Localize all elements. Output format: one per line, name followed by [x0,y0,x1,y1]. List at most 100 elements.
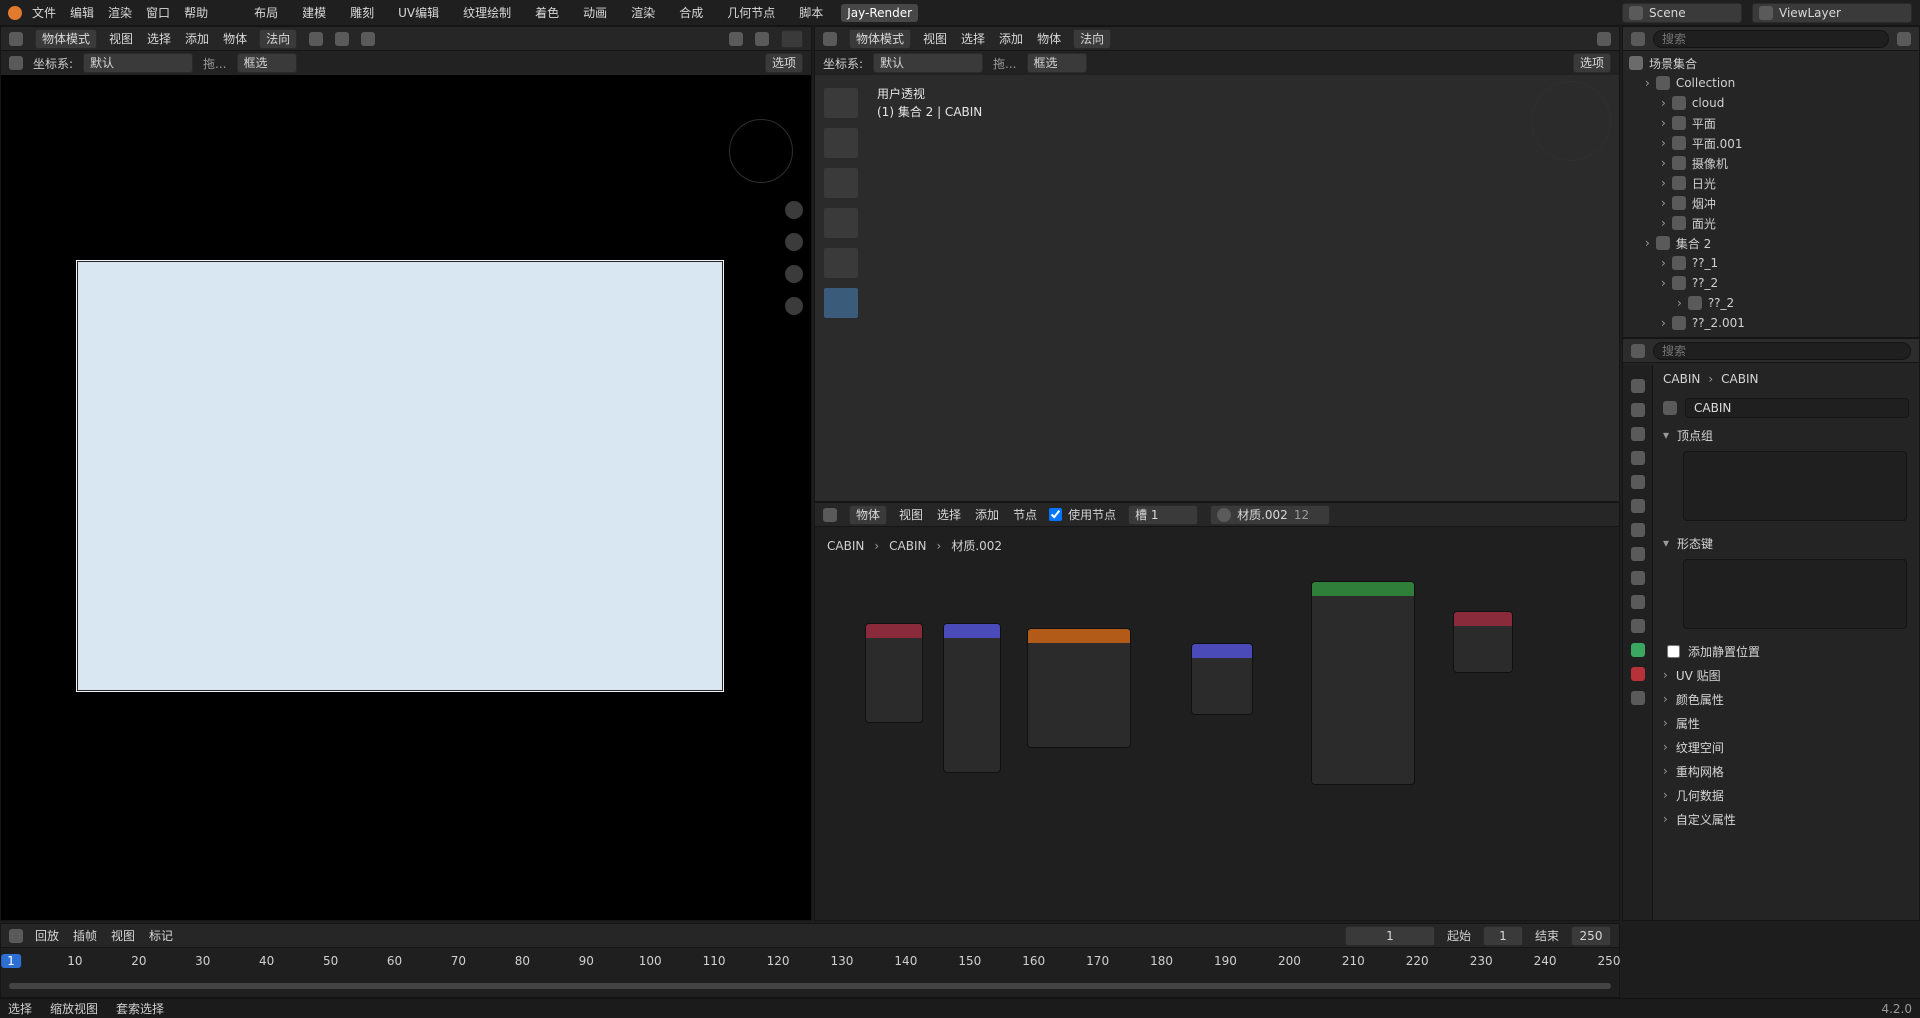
shape-keys-list[interactable] [1683,559,1907,629]
use-nodes-checkbox[interactable] [1049,508,1063,521]
right-coord-dropdown[interactable]: 默认 [873,53,984,73]
outliner-item[interactable]: › 平面.001 [1623,133,1919,153]
material-tab-icon[interactable] [1630,667,1645,681]
right-3d-viewport[interactable]: 物体模式 视图 选择 添加 物体 法向 坐标系: 默认 拖... 框选 选项 用户透视… [814,26,1620,502]
current-frame-field[interactable]: 1 [1344,925,1435,946]
shader-node-bump[interactable] [1191,643,1253,715]
left-transform-orientation[interactable]: 法向 [259,28,298,49]
workspace-tab-2[interactable]: 雕刻 [344,2,380,23]
node-menu-item-1[interactable]: 选择 [937,506,961,523]
left-options-button[interactable]: 选项 [764,53,803,73]
right-menu-item-3[interactable]: 物体 [1037,30,1061,47]
right-transform-orientation[interactable]: 法向 [1073,28,1112,49]
properties-panel-closed[interactable]: › 几何数据 [1653,783,1919,807]
outliner-item[interactable]: › ??_1 [1623,253,1919,273]
snap-icon[interactable] [335,31,350,46]
physics-tab-icon[interactable] [1630,595,1645,609]
right-select-mode-dropdown[interactable]: 框选 [1026,53,1087,73]
view-layer-tab-icon[interactable] [1630,451,1645,465]
left-menu-item-2[interactable]: 添加 [185,30,209,47]
node-menu-item-2[interactable]: 添加 [975,506,999,523]
properties-type-icon[interactable] [1631,343,1645,358]
left-mode-dropdown[interactable]: 物体模式 [35,28,98,49]
scene-tab-icon[interactable] [1630,475,1645,489]
panel-vertex-groups[interactable]: ▾ 顶点组 [1653,423,1919,447]
right-navigation-gizmo[interactable] [1531,81,1611,161]
filter-icon[interactable] [1897,31,1911,46]
vertex-groups-list[interactable] [1683,451,1907,521]
left-zoom-icon[interactable] [785,201,803,219]
left-lock-icon[interactable] [785,297,803,315]
transform-tool[interactable] [823,287,859,319]
right-menu-item-1[interactable]: 选择 [961,30,985,47]
outliner-item[interactable]: › ??_2 [1623,273,1919,293]
left-hand-icon[interactable] [785,233,803,251]
node-menu-item-3[interactable]: 节点 [1013,506,1037,523]
top-menu-item-1[interactable]: 编辑 [70,4,94,21]
top-menu-item-2[interactable]: 渲染 [108,4,132,21]
right-options-button[interactable]: 选项 [1572,53,1611,73]
properties-panel-closed[interactable]: › 自定义属性 [1653,807,1919,831]
left-menu-item-0[interactable]: 视图 [109,30,133,47]
properties-panel-closed[interactable]: › 纹理空间 [1653,735,1919,759]
properties-panel-closed[interactable]: › 属性 [1653,711,1919,735]
properties-panel-closed[interactable]: › UV 贴图 [1653,663,1919,687]
add-rest-position-checkbox[interactable] [1667,644,1680,658]
world-tab-icon[interactable] [1630,499,1645,513]
workspace-tab-1[interactable]: 建模 [296,2,332,23]
properties-editor[interactable]: CABIN › CABIN ▾ 顶点组 ▾ 形态键 添加静置位置 ›UV 贴图›… [1622,338,1920,921]
move-tool[interactable] [823,167,859,199]
outliner-item[interactable]: › 平面 [1623,113,1919,133]
panel-shape-keys[interactable]: ▾ 形态键 [1653,531,1919,555]
outliner-item[interactable]: › cloud [1623,93,1919,113]
node-editor-type-dropdown[interactable]: 物体 [849,504,888,525]
properties-search-input[interactable] [1653,341,1911,360]
workspace-tab-5[interactable]: 着色 [529,2,565,23]
scale-tool[interactable] [823,247,859,279]
outliner-item[interactable]: › 日光 [1623,173,1919,193]
workspace-tab-4[interactable]: 纹理绘制 [457,2,517,23]
timeline[interactable]: 回放 插帧 视图 标记 1 起始 1 结束 250 1 10 20 30 40 50 60 70 80… [0,923,1620,998]
constraints-tab-icon[interactable] [1630,619,1645,633]
outliner-item[interactable]: › 面光 [1623,213,1919,233]
workspace-tab-6[interactable]: 动画 [577,2,613,23]
start-frame-field[interactable]: 1 [1482,925,1523,946]
outliner-item[interactable]: › 烟冲 [1623,193,1919,213]
scene-selector[interactable]: Scene [1622,2,1742,23]
tool-tab-icon[interactable] [1630,379,1645,393]
right-menu-item-0[interactable]: 视图 [923,30,947,47]
outliner-item[interactable]: › ??_2 [1623,293,1919,313]
timeline-menu-item-2[interactable]: 视图 [111,927,135,944]
select-box-tool[interactable] [823,87,859,119]
shader-node-principled[interactable] [1311,581,1415,785]
mesh-datablock-field[interactable] [1685,398,1909,418]
editor-type-icon[interactable] [9,31,23,46]
left-select-mode-dropdown[interactable]: 框选 [236,53,297,73]
particles-tab-icon[interactable] [1630,571,1645,585]
shader-node-editor[interactable]: 物体 视图 选择 添加 节点 使用节点 槽 1 材质.002 12 CABIN › C… [814,502,1620,921]
shading-icon[interactable] [755,31,769,46]
use-nodes-toggle[interactable]: 使用节点 [1049,506,1116,523]
shader-node-mapping[interactable] [943,623,1001,773]
material-datablock[interactable]: 材质.002 12 [1210,504,1331,525]
outliner-item[interactable]: › Collection [1623,73,1919,93]
workspace-tab-9[interactable]: 几何节点 [721,2,781,23]
shader-node-image[interactable] [1027,628,1131,748]
timeline-menu-item-1[interactable]: 插帧 [73,927,97,944]
add-rest-position-row[interactable]: 添加静置位置 [1653,639,1919,663]
tool-settings-icon[interactable] [9,56,23,70]
workspace-tab-3[interactable]: UV编辑 [392,2,445,23]
blender-logo-icon[interactable] [8,5,22,20]
properties-panel-closed[interactable]: › 颜色属性 [1653,687,1919,711]
pivot-icon[interactable] [309,31,324,46]
properties-panel-closed[interactable]: › 重构网格 [1653,759,1919,783]
left-camera-icon[interactable] [785,265,803,283]
end-frame-field[interactable]: 250 [1571,925,1611,946]
material-slot-dropdown[interactable]: 槽 1 [1128,504,1199,525]
workspace-tab-8[interactable]: 合成 [673,2,709,23]
proportional-edit-icon[interactable] [361,31,376,46]
overlay-icon[interactable] [729,31,743,46]
top-menu-item-3[interactable]: 窗口 [146,4,170,21]
shader-node-texcoord[interactable] [865,623,923,723]
node-menu-item-0[interactable]: 视图 [899,506,923,523]
